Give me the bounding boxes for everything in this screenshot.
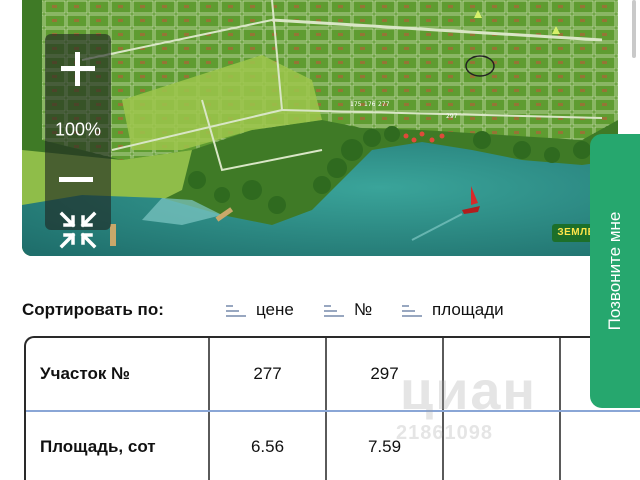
plot-label: 176 [364,101,376,108]
site-plan-map[interactable]: 175 176 277 297 ЗЕМЛЕТР [22,0,618,256]
fit-to-screen-icon[interactable] [58,210,98,250]
plot-label: 297 [446,113,458,120]
row-header: Участок № [26,338,210,410]
zoom-level: 100% [54,119,102,140]
sort-by-number[interactable]: № [324,300,372,320]
sort-by-price[interactable]: цене [226,300,294,320]
zoom-out-icon[interactable] [59,170,97,190]
table-cell [444,412,561,480]
table-row: Площадь, сот 6.56 7.59 [26,410,640,480]
zoom-in-icon[interactable] [57,48,99,90]
scrollbar[interactable] [632,0,636,58]
sort-option-label: № [354,300,373,319]
table-cell [561,412,631,480]
table-cell[interactable]: 297 [327,338,444,410]
sort-label: Сортировать по: [22,300,164,319]
sort-icon [226,303,246,317]
table-cell [444,338,561,410]
call-me-button[interactable]: Позвоните мне [590,134,640,408]
zoom-controls: 100% [45,34,111,249]
sort-option-label: цене [256,300,294,319]
sort-option-label: площади [432,300,504,319]
table-cell[interactable]: 277 [210,338,327,410]
sort-icon [402,303,422,317]
table-cell: 6.56 [210,412,327,480]
sort-by-area[interactable]: площади [402,300,504,320]
plot-label: 277 [378,101,390,108]
plot-label: 175 [350,101,362,108]
table-row: Участок № 277 297 [26,338,640,410]
table-cell: 7.59 [327,412,444,480]
sort-icon [324,303,344,317]
row-header: Площадь, сот [26,412,210,480]
map-drawing: 175 176 277 297 [22,0,618,256]
plots-comparison-table: Участок № 277 297 Площадь, сот 6.56 7.59 [24,336,640,480]
call-me-label: Позвоните мне [605,211,624,331]
